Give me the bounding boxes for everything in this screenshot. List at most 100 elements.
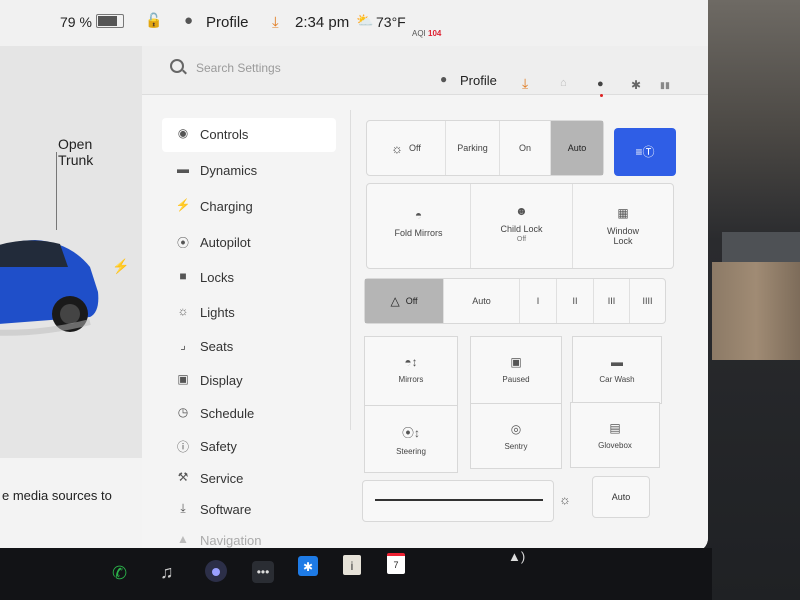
charge-port-icon[interactable]: ⚡ <box>112 258 129 275</box>
bluetooth-icon[interactable]: ✱ <box>631 78 641 92</box>
phone-icon[interactable]: ✆ <box>112 562 127 584</box>
headlights-selector: ☼ Off Parking On Auto <box>366 120 604 176</box>
child-lock-button[interactable]: ☻ Child Lock Off <box>471 184 573 268</box>
header-profile[interactable]: Profile <box>460 73 497 88</box>
nav-item-safety[interactable]: ⓘ Safety <box>162 430 336 464</box>
mirrors-adjust-button[interactable]: ◓↕ Mirrors <box>364 336 458 406</box>
option-label: Off <box>405 296 418 306</box>
dashcam-button[interactable]: ▣ Paused <box>470 336 562 404</box>
garage-icon[interactable]: ⌂ <box>560 77 567 89</box>
brightness-auto-button[interactable]: Auto <box>592 476 650 518</box>
mirror-adjust-icon: ◓↕ <box>404 355 418 369</box>
sentry-button[interactable]: ◎ Sentry <box>470 403 562 469</box>
headlights-off-option[interactable]: ☼ Off <box>367 121 446 175</box>
download-icon[interactable]: ⤓ <box>272 14 279 31</box>
nav-label: Locks <box>200 270 234 285</box>
status-profile[interactable]: Profile <box>206 14 249 31</box>
toggle-icon: ◉ <box>177 126 189 140</box>
aqi-badge: AQI 104 <box>412 29 441 38</box>
tile-label: Child Lock <box>500 224 543 234</box>
wrench-icon: ⚒ <box>177 470 189 484</box>
trunk-pointer-line <box>56 152 57 230</box>
nav-item-schedule[interactable]: ◷ Schedule <box>162 397 336 431</box>
nav-item-software[interactable]: ⤓ Software <box>162 493 336 527</box>
window-lock-icon: ▦ <box>617 206 629 220</box>
tile-label: Car Wash <box>599 375 635 384</box>
nav-divider <box>350 110 351 430</box>
wipers-auto-option[interactable]: Auto <box>444 279 520 323</box>
camera-app-icon[interactable] <box>205 560 227 582</box>
alarm-clock-icon: ◷ <box>177 405 189 419</box>
lightbulb-icon: ☼ <box>177 304 189 318</box>
wipers-speed-2[interactable]: II <box>557 279 594 323</box>
display-brightness-slider[interactable]: ☼ <box>362 480 571 522</box>
nav-item-autopilot[interactable]: ⦿ Autopilot <box>162 226 336 260</box>
wiper-icon: △ <box>390 294 400 308</box>
nav-item-lights[interactable]: ☼ Lights <box>162 296 336 330</box>
temperature: 73°F <box>376 14 406 30</box>
child-icon: ☻ <box>515 204 528 218</box>
tile-label-line1: Window <box>606 226 639 236</box>
alert-icon: ⓘ <box>176 440 189 454</box>
bell-icon[interactable]: ● <box>597 78 604 90</box>
headlights-on-option[interactable]: On <box>500 121 551 175</box>
nav-item-display[interactable]: ▣ Display <box>162 364 336 398</box>
volume-icon[interactable]: ▲) <box>508 546 525 568</box>
calendar-app-icon[interactable]: 7 <box>387 553 405 574</box>
download-icon[interactable]: ⤓ <box>522 75 528 92</box>
window-lock-button[interactable]: ▦ Window Lock <box>573 184 673 268</box>
tile-label: Paused <box>502 375 530 384</box>
nav-item-service[interactable]: ⚒ Service <box>162 462 336 496</box>
clock: 2:34 pm <box>295 14 350 31</box>
music-icon[interactable]: ♫ <box>160 561 174 583</box>
status-bar: 79 % 🔓 ● Profile ⤓ 2:34 pm ⛅ 73°F AQI 10… <box>0 0 708 46</box>
auto-high-beam-button[interactable]: ≡Ⓣ <box>614 128 676 176</box>
battery-percent: 79 % <box>60 14 92 30</box>
nav-label: Dynamics <box>200 163 258 178</box>
fold-mirrors-button[interactable]: ◓ Fold Mirrors <box>367 184 471 268</box>
search-input[interactable] <box>196 58 396 78</box>
wipers-off-option[interactable]: △ Off <box>365 279 444 323</box>
display-icon: ▣ <box>177 372 189 386</box>
headlights-parking-option[interactable]: Parking <box>446 121 500 175</box>
brightness-sun-icon: ☼ <box>559 492 571 507</box>
nav-item-charging[interactable]: ⚡ Charging <box>162 190 336 224</box>
nav-item-seats[interactable]: ⌟ Seats <box>162 330 336 364</box>
wood-trim <box>712 262 800 360</box>
option-label: On <box>518 143 531 153</box>
car-wash-button[interactable]: ▬ Car Wash <box>572 336 662 404</box>
tile-label: Steering <box>396 447 426 456</box>
download-icon: ⤓ <box>180 501 186 515</box>
nav-item-controls[interactable]: ◉ Controls <box>162 118 336 152</box>
media-card[interactable] <box>0 458 150 548</box>
bolt-icon: ⚡ <box>175 198 191 212</box>
lock-icon[interactable]: 🔓 <box>145 12 162 29</box>
mirror-icon: ◓ <box>414 208 423 222</box>
nav-label: Display <box>200 373 243 388</box>
nav-item-dynamics[interactable]: ▬ Dynamics <box>162 154 336 188</box>
steering-adjust-button[interactable]: ⦿↕ Steering <box>364 405 458 473</box>
info-app-icon[interactable]: i <box>343 555 361 575</box>
headlight-icon: ☼ <box>391 140 404 156</box>
wipers-speed-4[interactable]: IIII <box>630 279 665 323</box>
option-label: II <box>572 296 578 306</box>
more-apps-icon[interactable]: ••• <box>252 561 274 583</box>
bluetooth-app-icon[interactable]: ✱ <box>298 556 318 576</box>
wipers-speed-1[interactable]: I <box>520 279 557 323</box>
nav-item-locks[interactable]: ■ Locks <box>162 261 336 295</box>
wipers-speed-3[interactable]: III <box>594 279 630 323</box>
camera-icon: ▣ <box>510 355 522 369</box>
profile-icon: ● <box>440 72 448 86</box>
option-label: I <box>536 296 540 306</box>
nav-label: Seats <box>200 339 234 354</box>
tile-label: Sentry <box>504 442 528 451</box>
car-model-image <box>0 240 99 336</box>
open-trunk-button[interactable]: Open Trunk <box>58 136 93 168</box>
headlights-auto-option[interactable]: Auto <box>551 121 603 175</box>
slider-track <box>375 499 543 501</box>
auto-high-beam-icon: ≡Ⓣ <box>635 145 655 159</box>
nav-label: Lights <box>200 305 235 320</box>
nav-label: Autopilot <box>200 235 251 250</box>
steering-wheel-icon: ⦿↕ <box>401 426 420 440</box>
glovebox-button[interactable]: ▤ Glovebox <box>570 402 660 468</box>
